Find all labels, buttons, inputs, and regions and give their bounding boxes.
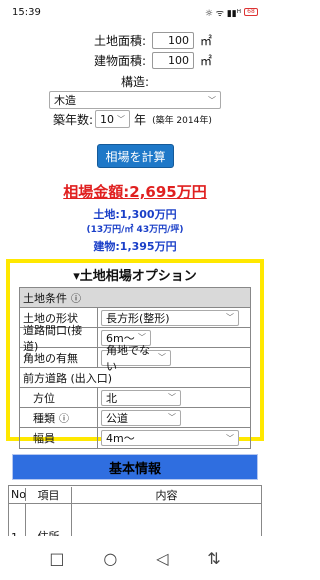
- chevron-down-icon: ﹀: [226, 313, 234, 322]
- land-area-label: 土地面積:: [94, 34, 147, 48]
- road-type-value: 公道: [106, 411, 128, 425]
- frontage-label: 道路間口(接道): [20, 324, 98, 353]
- header-no: No: [11, 488, 26, 501]
- shape-select[interactable]: 長方形(整形) ﹀: [101, 309, 239, 326]
- direction-value: 北: [106, 391, 117, 405]
- age-value: 10: [100, 112, 115, 126]
- shape-value: 長方形(整形): [106, 311, 170, 325]
- corner-label: 角地の有無: [20, 348, 98, 367]
- road-width-row: 幅員 4m〜 ﹀: [20, 428, 250, 448]
- building-area-input[interactable]: 100: [152, 52, 195, 69]
- status-time: 15:39: [12, 6, 41, 18]
- option-table: 土地条件 ⓘ 土地の形状 長方形(整形) ﹀ 道路間口(接道) 6m〜 ﹀ 角地の有…: [19, 287, 251, 449]
- corner-value: 角地でない: [106, 343, 150, 373]
- home-icon[interactable]: ○: [103, 549, 117, 568]
- direction-label: 方位: [20, 388, 98, 407]
- calculate-button[interactable]: 相場を計算: [97, 144, 174, 168]
- recent-apps-icon[interactable]: □: [49, 549, 64, 568]
- land-condition-label: 土地条件: [23, 291, 67, 305]
- help-icon[interactable]: ⓘ: [59, 410, 69, 425]
- land-area-unit: ㎡: [200, 34, 213, 48]
- back-icon[interactable]: ◁: [156, 549, 168, 568]
- chevron-down-icon: ﹀: [168, 413, 176, 422]
- structure-label-row: 構造:: [121, 73, 149, 90]
- age-unit: 年: [134, 112, 147, 127]
- status-icons: ☼ ᯤ ▮▮ᴴ 68: [205, 6, 258, 19]
- age-label: 築年数:: [53, 112, 94, 127]
- road-type-label-wrap: 種類 ⓘ: [20, 408, 98, 427]
- header-item: 項目: [26, 486, 72, 503]
- structure-value: 木造: [54, 94, 76, 107]
- status-bar: 15:39 ☼ ᯤ ▮▮ᴴ 68: [0, 0, 270, 24]
- road-width-value: 4m〜: [106, 432, 135, 445]
- option-title[interactable]: ▾土地相場オプション: [10, 265, 260, 284]
- chevron-down-icon: ﹀: [117, 114, 126, 124]
- road-width-select[interactable]: 4m〜 ﹀: [101, 430, 239, 446]
- road-type-select[interactable]: 公道 ﹀: [101, 409, 181, 426]
- building-area-row: 建物面積: 100 ㎡: [94, 52, 212, 69]
- table-header: No 項目 内容: [9, 486, 261, 504]
- navigation-bar: □ ○ ◁ ⇅: [0, 536, 270, 580]
- direction-row: 方位 北 ﹀: [20, 388, 250, 408]
- chevron-down-icon: ﹀: [168, 393, 176, 402]
- building-area-unit: ㎡: [200, 54, 213, 68]
- land-price-detail: (13万円/㎡ 43万円/坪): [86, 225, 184, 235]
- total-price: 相場金額:2,695万円: [63, 183, 207, 201]
- signal-icons: ☼ ᯤ ▮▮ᴴ: [204, 8, 241, 19]
- land-area-input[interactable]: 100: [152, 32, 195, 49]
- age-row: 築年数: 10 ﹀ 年 (築年 2014年): [53, 110, 212, 128]
- land-condition-header: 土地条件 ⓘ: [20, 288, 250, 308]
- land-option-panel: ▾土地相場オプション 土地条件 ⓘ 土地の形状 長方形(整形) ﹀ 道路間口(接道…: [6, 259, 264, 449]
- basic-info-button[interactable]: 基本情報: [12, 454, 258, 480]
- chevron-down-icon: ﹀: [226, 433, 234, 443]
- road-width-label: 幅員: [20, 428, 98, 448]
- structure-select[interactable]: 木造 ﹀: [49, 91, 221, 109]
- road-type-label: 種類: [33, 411, 55, 425]
- rotate-icon[interactable]: ⇅: [207, 549, 220, 568]
- corner-row: 角地の有無 角地でない ﹀: [20, 344, 250, 373]
- chevron-down-icon: ﹀: [158, 353, 166, 362]
- age-note: (築年 2014年): [152, 115, 212, 126]
- structure-label: 構造:: [121, 75, 150, 89]
- corner-select[interactable]: 角地でない ﹀: [101, 344, 171, 373]
- chevron-down-icon: ﹀: [208, 95, 216, 105]
- building-area-label: 建物面積:: [94, 54, 147, 68]
- help-icon[interactable]: ⓘ: [71, 290, 81, 305]
- direction-select[interactable]: 北 ﹀: [101, 389, 181, 406]
- header-content: 内容: [155, 488, 178, 502]
- road-section-label: 前方道路 (出入口): [23, 371, 113, 385]
- age-select[interactable]: 10 ﹀: [95, 110, 131, 128]
- building-price: 建物:1,395万円: [93, 240, 177, 253]
- road-type-row: 種類 ⓘ 公道 ﹀: [20, 408, 250, 428]
- battery-icon: 68: [244, 8, 258, 16]
- land-price: 土地:1,300万円: [93, 208, 177, 221]
- land-area-row: 土地面積: 100 ㎡: [94, 32, 212, 49]
